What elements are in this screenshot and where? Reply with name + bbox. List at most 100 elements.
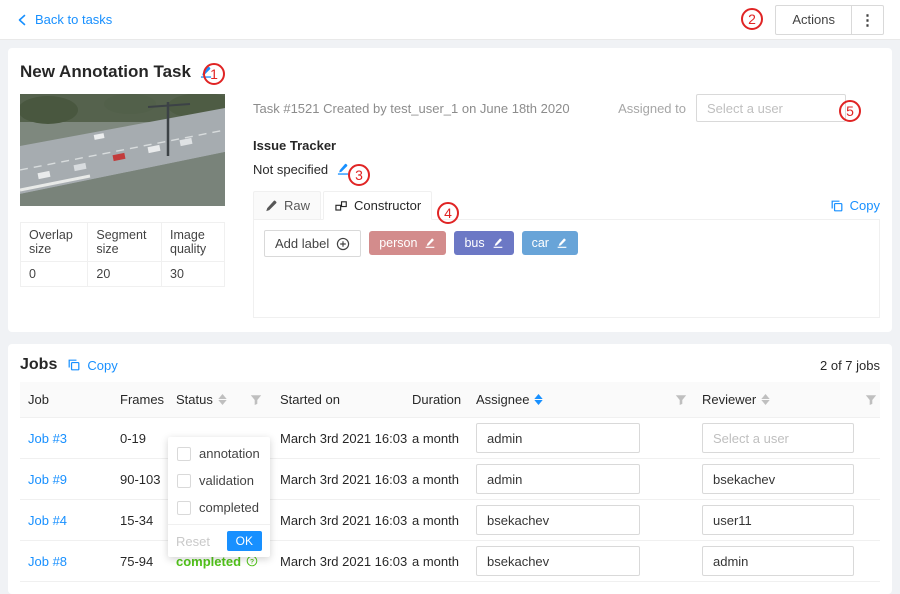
param-value-segment: 20 — [88, 262, 162, 287]
column-header-job: Job — [20, 392, 112, 407]
back-to-tasks-label: Back to tasks — [35, 12, 112, 27]
assignee-input[interactable] — [476, 505, 640, 535]
top-bar: Back to tasks Actions ⋮ — [0, 0, 900, 40]
label-name: person — [379, 236, 417, 250]
label-name: bus — [464, 236, 484, 250]
filter-reset-button[interactable]: Reset — [176, 534, 210, 549]
job-link[interactable]: Job #4 — [28, 513, 67, 528]
assigned-to-label: Assigned to — [618, 101, 686, 116]
filter-option-label: annotation — [199, 446, 260, 461]
duration-cell: a month — [404, 513, 468, 528]
task-title: New Annotation Task — [20, 62, 191, 82]
reviewer-input[interactable] — [702, 423, 854, 453]
task-parameters-table: Overlap size Segment size Image quality … — [20, 222, 225, 287]
assignee-input[interactable] — [476, 464, 640, 494]
assignee-input[interactable] — [476, 423, 640, 453]
assignee-sort-icon — [534, 394, 543, 405]
started-cell: March 3rd 2021 16:03 — [272, 431, 404, 446]
callout-1: 1 — [203, 63, 225, 85]
label-tag-car[interactable]: car — [522, 231, 578, 255]
edit-label-icon[interactable] — [492, 237, 504, 249]
reviewer-input[interactable] — [702, 505, 854, 535]
job-row: Job #9 90-103 March 3rd 2021 16:03 a mon… — [20, 459, 880, 500]
callout-2: 2 — [741, 8, 763, 30]
column-header-duration: Duration — [404, 392, 468, 407]
status-filter-icon[interactable] — [232, 394, 272, 406]
jobs-card: Jobs Copy 2 of 7 jobs Job Frames Status … — [8, 344, 892, 594]
reviewer-input[interactable] — [702, 464, 854, 494]
add-label-label: Add label — [275, 236, 329, 251]
param-value-overlap: 0 — [21, 262, 88, 287]
more-menu-button[interactable]: ⋮ — [852, 5, 884, 35]
issue-tracker-value: Not specified — [253, 162, 328, 177]
task-meta: Task #1521 Created by test_user_1 on Jun… — [253, 101, 570, 116]
column-header-started: Started on — [272, 392, 404, 407]
checkbox[interactable] — [177, 447, 191, 461]
frames-cell: 90-103 — [112, 472, 168, 487]
started-cell: March 3rd 2021 16:03 — [272, 472, 404, 487]
jobs-table-header: Job Frames Status Started on Duration As… — [20, 382, 880, 418]
frames-cell: 75-94 — [112, 554, 168, 569]
frames-cell: 0-19 — [112, 431, 168, 446]
copy-labels-label: Copy — [850, 198, 880, 213]
jobs-count: 2 of 7 jobs — [820, 358, 880, 373]
tab-constructor[interactable]: Constructor — [323, 191, 432, 220]
tab-raw[interactable]: Raw — [253, 191, 321, 219]
reviewer-input[interactable] — [702, 546, 854, 576]
filter-option-annotation[interactable]: annotation — [168, 440, 270, 467]
column-header-assignee[interactable]: Assignee — [468, 392, 660, 407]
duration-cell: a month — [404, 431, 468, 446]
status-sort-icon — [218, 394, 227, 405]
job-row: Job #3 0-19 March 3rd 2021 16:03 a month — [20, 418, 880, 459]
tab-constructor-label: Constructor — [354, 198, 421, 213]
param-header-overlap: Overlap size — [21, 223, 88, 262]
filter-option-completed[interactable]: completed — [168, 494, 270, 521]
edit-label-icon[interactable] — [424, 237, 436, 249]
filter-option-label: completed — [199, 500, 259, 515]
reviewer-sort-icon — [761, 394, 770, 405]
copy-jobs-label: Copy — [87, 358, 117, 373]
add-label-button[interactable]: Add label — [264, 230, 361, 257]
copy-icon — [67, 358, 81, 372]
filter-option-validation[interactable]: validation — [168, 467, 270, 494]
edit-label-icon[interactable] — [556, 237, 568, 249]
pencil-icon — [264, 199, 278, 213]
checkbox[interactable] — [177, 501, 191, 515]
duration-cell: a month — [404, 472, 468, 487]
copy-jobs-link[interactable]: Copy — [67, 358, 117, 373]
frames-cell: 15-34 — [112, 513, 168, 528]
label-name: car — [532, 236, 549, 250]
back-to-tasks-link[interactable]: Back to tasks — [16, 12, 112, 27]
callout-5: 5 — [839, 100, 861, 122]
started-cell: March 3rd 2021 16:03 — [272, 554, 404, 569]
task-details-card: New Annotation Task — [8, 48, 892, 332]
copy-labels-link[interactable]: Copy — [830, 198, 880, 219]
tab-raw-label: Raw — [284, 198, 310, 213]
jobs-table: Job Frames Status Started on Duration As… — [20, 382, 880, 582]
label-constructor-panel: Add label person bus car — [253, 220, 880, 318]
param-header-quality: Image quality — [162, 223, 225, 262]
checkbox[interactable] — [177, 474, 191, 488]
filter-option-label: validation — [199, 473, 254, 488]
reviewer-filter-icon[interactable] — [854, 394, 880, 406]
job-link[interactable]: Job #8 — [28, 554, 67, 569]
started-cell: March 3rd 2021 16:03 — [272, 513, 404, 528]
chevron-left-icon — [16, 14, 28, 26]
assignee-filter-icon[interactable] — [660, 394, 694, 406]
status-filter-dropdown: annotation validation completed Reset OK — [168, 437, 270, 557]
label-tag-person[interactable]: person — [369, 231, 446, 255]
callout-4: 4 — [437, 202, 459, 224]
assignee-input[interactable] — [476, 546, 640, 576]
column-header-status[interactable]: Status — [168, 392, 232, 407]
label-tag-bus[interactable]: bus — [454, 231, 513, 255]
filter-ok-button[interactable]: OK — [227, 531, 262, 551]
task-preview-image — [20, 94, 225, 206]
job-link[interactable]: Job #9 — [28, 472, 67, 487]
issue-tracker-heading: Issue Tracker — [253, 138, 880, 153]
actions-button[interactable]: Actions — [775, 5, 852, 35]
constructor-icon — [334, 199, 348, 213]
job-link[interactable]: Job #3 — [28, 431, 67, 446]
job-row: Job #8 75-94 completed March 3rd 2021 16… — [20, 541, 880, 582]
task-assignee-input[interactable] — [696, 94, 846, 122]
column-header-reviewer[interactable]: Reviewer — [694, 392, 854, 407]
